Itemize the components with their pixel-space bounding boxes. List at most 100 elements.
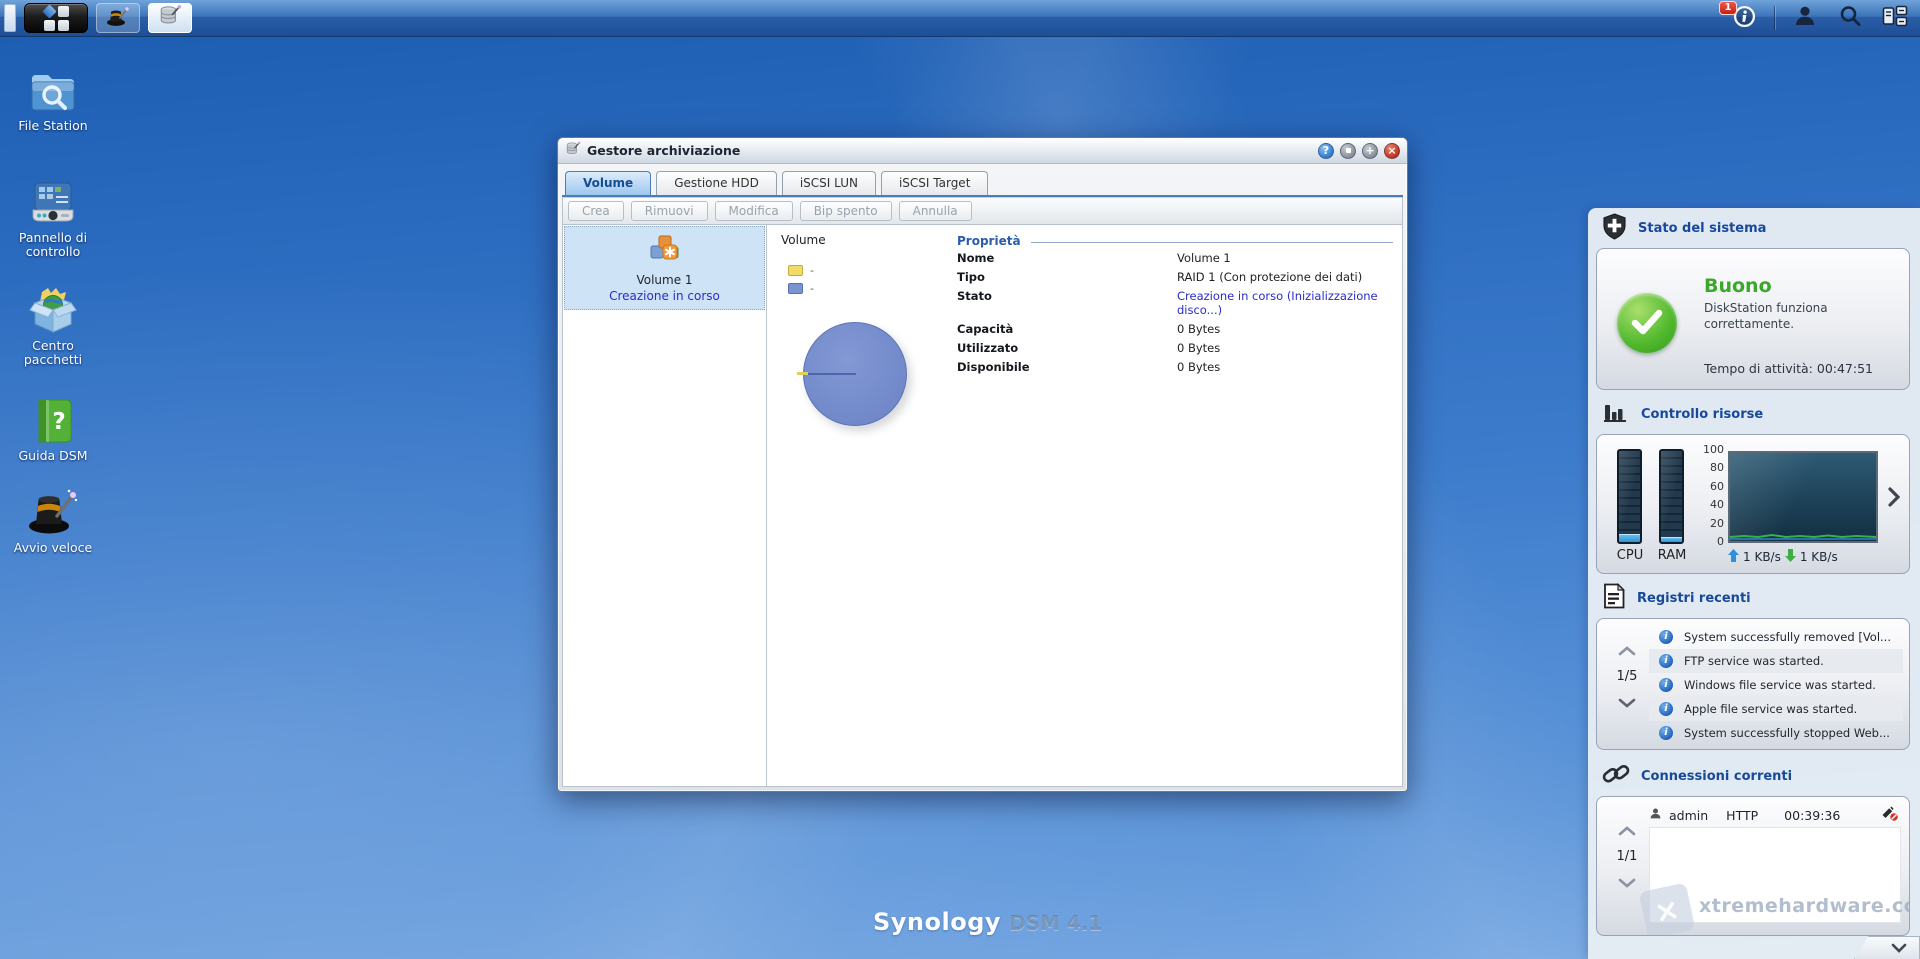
capacity-pie-chart [803,322,907,426]
connection-row: admin HTTP 00:39:36 [1649,805,1899,825]
ram-label: RAM [1651,548,1693,563]
bip-spento-button[interactable]: Bip spento [800,201,892,221]
modifica-button[interactable]: Modifica [715,201,793,221]
desktop-icon-file-station[interactable]: File Station [4,64,102,133]
property-row: Stato Creazione in corso (Inizializzazio… [957,286,1393,319]
user-icon [1793,4,1817,32]
tab-iscsi-lun[interactable]: iSCSI LUN [782,171,876,195]
xtremehardware-watermark: xtremehardware.com [1699,895,1910,917]
user-icon [1649,807,1662,823]
minimize-icon [1346,148,1351,153]
storage-manager-icon [158,4,182,32]
cpu-label: CPU [1609,548,1651,563]
show-desktop-button[interactable] [4,4,16,32]
dsm-version-text: DSM 4.1 [1009,911,1102,935]
tab-volume[interactable]: Volume [565,171,651,195]
tray-separator [1774,6,1775,30]
resource-monitor-card: CPU RAM 100 80 60 40 20 0 1 KB/s [1596,434,1910,574]
crea-button[interactable]: Crea [568,201,624,221]
ram-gauge [1659,449,1684,544]
widgets-panel-icon [1882,5,1908,31]
volume-list-panel: Volume 1 Creazione in corso [563,225,767,786]
desktop-icon-label: File Station [4,119,102,133]
volume-status: Creazione in corso [569,289,760,303]
info-icon: i [1659,678,1673,692]
volume-toolbar: Crea Rimuovi Modifica Bip spento Annulla [562,197,1403,225]
connections-page-down-chevron[interactable] [1618,873,1636,892]
disconnect-icon[interactable] [1880,805,1899,825]
synology-dsm-desktop: 1 [0,0,1920,959]
upload-arrow-icon [1728,549,1739,565]
user-account-button[interactable] [1790,3,1820,33]
log-row: iApple file service was started. [1649,697,1903,721]
brand-logo-text: Synology [873,908,1001,936]
storage-manager-icon [565,141,581,161]
main-menu-button[interactable] [24,3,88,33]
download-arrow-icon [1785,549,1796,565]
desktop-icon-label: Guida DSM [4,449,102,463]
sidebar-collapse-tab[interactable] [1854,936,1920,959]
desktop-icon-dsm-help[interactable]: ? Guida DSM [4,394,102,463]
property-row: Nome Volume 1 [957,248,1393,267]
connections-page-up-chevron[interactable] [1618,821,1636,840]
connection-user: admin [1669,808,1708,823]
rimuovi-button[interactable]: Rimuovi [631,201,708,221]
pie-legend: - - [788,261,814,297]
legend-label: - [810,282,814,295]
notification-badge: 1 [1719,1,1737,15]
log-list: iSystem successfully removed [Vol... iFT… [1649,625,1903,745]
annulla-button[interactable]: Annulla [899,201,972,221]
property-row: Tipo RAID 1 (Con protezione dei dati) [957,267,1393,286]
info-icon: i [1659,702,1673,716]
connection-protocol: HTTP [1726,808,1758,823]
cpu-gauge [1617,449,1642,544]
desktop-icon-label: Centro pacchetti [4,339,102,368]
health-ok-icon [1617,293,1677,353]
magic-hat-icon [106,5,130,31]
main-menu-icon [44,6,69,31]
svg-text:?: ? [52,409,65,435]
tab-gestione-hdd[interactable]: Gestione HDD [656,171,777,195]
network-io-readout: 1 KB/s 1 KB/s [1728,549,1838,565]
volume-name: Volume 1 [569,273,760,287]
desktop-icon-quick-start[interactable]: Avvio veloce [4,486,102,555]
volume-list-item-selected[interactable]: Volume 1 Creazione in corso [564,226,765,310]
volume-section-label: Volume [781,233,826,247]
uptime-text: Tempo di attività: 00:47:51 [1704,361,1873,376]
desktop-icon-label: Pannello di controllo [4,231,102,260]
resource-monitor-header: Controllo risorse [1588,400,1920,428]
window-close-button[interactable]: × [1384,143,1400,159]
open-resource-monitor-chevron[interactable] [1888,487,1900,511]
search-icon [1838,4,1862,32]
volume-content: Volume 1 Creazione in corso Volume - - [562,225,1403,787]
desktop-icon-package-center[interactable]: Centro pacchetti [4,284,102,368]
dsm-help-icon: ? [4,394,102,444]
taskbar-app-storage-manager[interactable] [148,3,192,33]
search-button[interactable] [1835,3,1865,33]
shield-icon [1602,213,1627,244]
taskbar-app-quick-start[interactable] [96,3,140,33]
window-maximize-button[interactable]: + [1362,143,1378,159]
window-minimize-button[interactable] [1340,143,1356,159]
widgets-panel-button[interactable] [1880,3,1910,33]
window-help-button[interactable]: ? [1318,143,1334,159]
log-row: iSystem successfully stopped Web... [1649,721,1903,745]
dsm-watermark: Synology DSM 4.1 [873,908,1102,936]
pie-radius-line [805,373,856,375]
notifications-button[interactable]: 1 [1729,3,1759,33]
network-graph-yticks: 100 80 60 40 20 0 [1695,444,1724,554]
properties-title: Proprietà [957,234,1021,248]
connection-time: 00:39:36 [1784,808,1840,823]
desktop-icon-control-panel[interactable]: Pannello di controllo [4,176,102,260]
network-throughput-graph [1728,451,1878,543]
taskbar-tray: 1 [1729,0,1910,36]
logs-page-up-chevron[interactable] [1618,641,1636,660]
health-description: DiskStation funziona correttamente. [1704,301,1889,332]
logs-page-down-chevron[interactable] [1618,693,1636,712]
window-title: Gestore archiviazione [587,143,1312,158]
recent-logs-card: 1/5 iSystem successfully removed [Vol...… [1596,618,1910,750]
window-titlebar[interactable]: Gestore archiviazione ? + × [558,138,1407,164]
connections-pager: 1/1 [1609,821,1645,935]
tab-iscsi-target[interactable]: iSCSI Target [881,171,988,195]
legend-swatch-yellow [788,265,803,276]
